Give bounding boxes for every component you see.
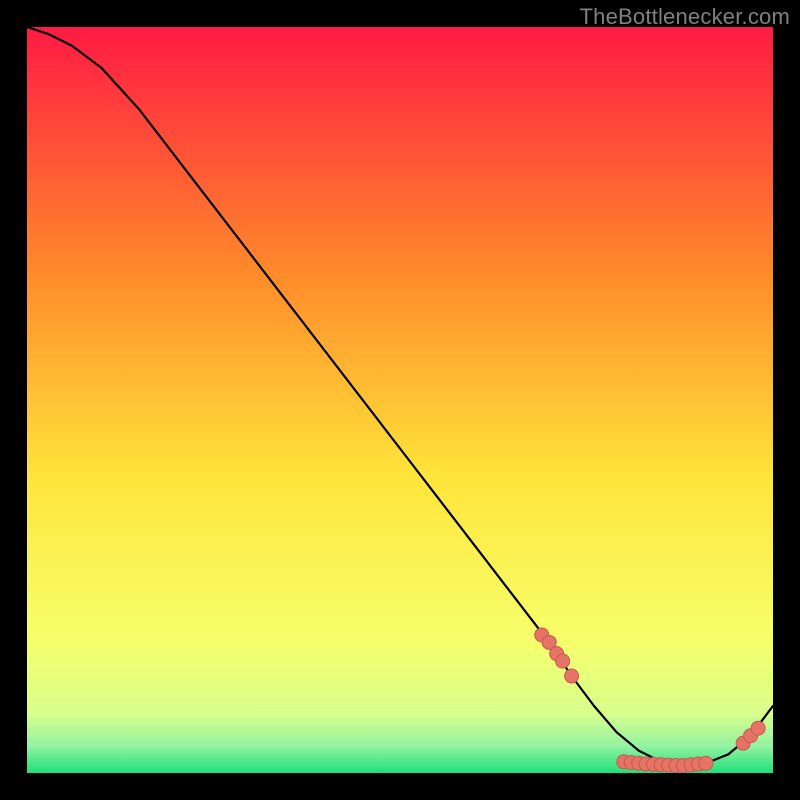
- data-dot: [751, 721, 765, 735]
- data-dot: [556, 654, 570, 668]
- plot-area: [27, 27, 773, 773]
- data-dot: [699, 756, 713, 770]
- watermark-text: TheBottlenecker.com: [580, 4, 790, 30]
- data-dot: [565, 669, 579, 683]
- chart-frame: TheBottlenecker.com: [0, 0, 800, 800]
- bottleneck-chart: [27, 27, 773, 773]
